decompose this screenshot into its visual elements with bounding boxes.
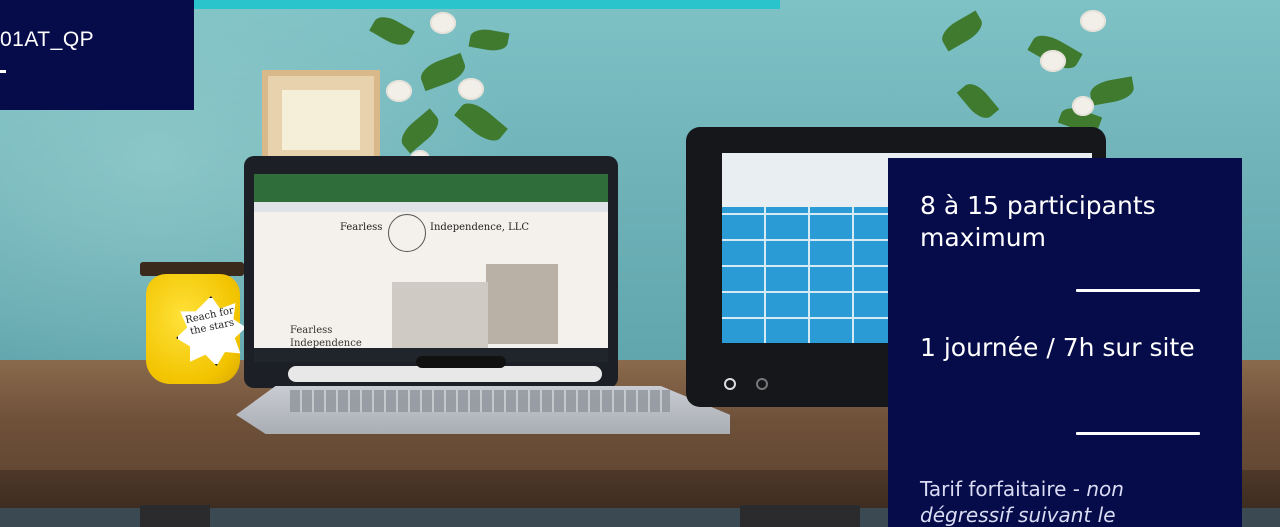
- site-heading: Fearless Independence: [290, 325, 362, 349]
- site-logo-left: Fearless: [340, 222, 383, 233]
- accent-bar: [194, 0, 780, 9]
- course-code: 01AT_QP: [0, 28, 95, 51]
- site-logo-right: Independence, LLC: [430, 222, 530, 233]
- duration-text: 1 journée / 7h sur site: [920, 333, 1195, 362]
- course-code-badge: 01AT_QP: [0, 0, 194, 110]
- participants-text: 8 à 15 participants maximum: [920, 191, 1156, 252]
- picture-frame: [262, 70, 380, 170]
- laptop-display: Fearless Independence, LLC Fearless Inde…: [254, 174, 608, 362]
- divider: [1076, 289, 1200, 292]
- laptop-keyboard: [290, 390, 670, 412]
- divider: [1076, 432, 1200, 435]
- price-prefix: Tarif forfaitaire -: [920, 477, 1087, 501]
- price-text: Tarif forfaitaire - non dégressif suivan…: [920, 476, 1220, 527]
- badge-underline: [0, 70, 6, 73]
- info-panel: 8 à 15 participants maximum 1 journée / …: [888, 158, 1242, 527]
